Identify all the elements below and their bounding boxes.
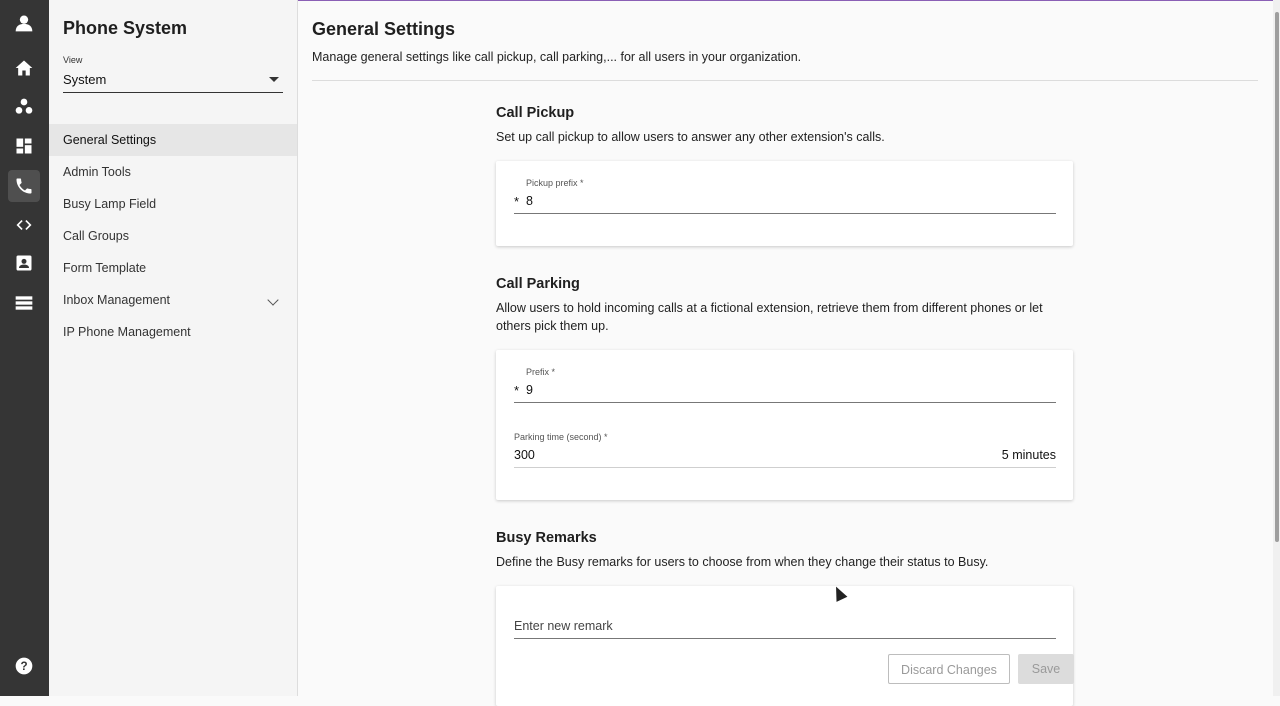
sidebar-item-form-template[interactable]: Form Template (49, 252, 297, 284)
help-icon[interactable]: ? (8, 650, 40, 682)
view-select[interactable]: System (63, 70, 283, 93)
pickup-prefix-symbol: * (514, 194, 520, 209)
sidebar-item-label: Busy Lamp Field (63, 197, 157, 211)
sidebar-item-busy-lamp-field[interactable]: Busy Lamp Field (49, 188, 297, 220)
caret-down-icon (269, 77, 279, 82)
sidebar-title: Phone System (63, 18, 188, 38)
save-button[interactable]: Save (1018, 654, 1074, 684)
scrollbar-thumb[interactable] (1275, 12, 1279, 542)
call-pickup-card: Pickup prefix * * 8 (496, 161, 1073, 246)
server-icon[interactable] (8, 287, 40, 319)
new-remark-input[interactable]: Enter new remark (514, 616, 1056, 639)
view-select-value: System (63, 72, 107, 87)
sidebar-item-label: Admin Tools (63, 165, 131, 179)
app-rail: ? (0, 0, 49, 696)
parking-prefix-field[interactable]: Prefix * * 9 (514, 367, 1056, 403)
new-remark-placeholder: Enter new remark (514, 619, 613, 633)
svg-text:?: ? (20, 660, 27, 673)
sidebar-item-label: Call Groups (63, 229, 129, 243)
sidebar-item-label: General Settings (63, 133, 157, 147)
code-icon[interactable] (8, 209, 40, 241)
call-pickup-title: Call Pickup (496, 105, 575, 121)
page-description: Manage general settings like call pickup… (312, 50, 802, 64)
divider (312, 80, 1258, 81)
parking-prefix-value[interactable]: 9 (526, 383, 533, 397)
pickup-prefix-field[interactable]: Pickup prefix * * 8 (514, 178, 1056, 214)
busy-remarks-title: Busy Remarks (496, 530, 597, 546)
phone-icon[interactable] (8, 170, 40, 202)
phone-system-sidebar: Phone System View System General Setting… (49, 0, 298, 696)
sidebar-item-general-settings[interactable]: General Settings (49, 124, 297, 156)
contacts-icon[interactable] (8, 247, 40, 279)
parking-time-label: Parking time (second) * (514, 432, 608, 442)
main-content: General Settings Manage general settings… (298, 0, 1270, 706)
parking-time-field[interactable]: Parking time (second) * 300 5 minutes (514, 432, 1056, 468)
sidebar-item-ip-phone-management[interactable]: IP Phone Management (49, 316, 297, 348)
busy-remarks-description: Define the Busy remarks for users to cho… (496, 555, 989, 569)
call-parking-title: Call Parking (496, 276, 580, 292)
parking-time-suffix: 5 minutes (1001, 448, 1056, 462)
call-pickup-description: Set up call pickup to allow users to ans… (496, 130, 885, 144)
pickup-prefix-value[interactable]: 8 (526, 194, 533, 208)
view-label: View (63, 55, 83, 65)
home-icon[interactable] (8, 52, 40, 84)
sidebar-item-label: Form Template (63, 261, 147, 275)
sidebar-nav: General Settings Admin Tools Busy Lamp F… (49, 124, 297, 348)
chevron-down-icon[interactable] (267, 294, 279, 306)
call-parking-description: Allow users to hold incoming calls at a … (496, 301, 1043, 333)
parking-prefix-symbol: * (514, 383, 520, 398)
call-parking-card: Prefix * * 9 Parking time (second) * 300… (496, 350, 1073, 500)
sidebar-item-inbox-management[interactable]: Inbox Management (49, 284, 297, 316)
sidebar-item-admin-tools[interactable]: Admin Tools (49, 156, 297, 188)
page-title: General Settings (312, 19, 456, 39)
sidebar-item-call-groups[interactable]: Call Groups (49, 220, 297, 252)
pickup-prefix-label: Pickup prefix * (526, 178, 584, 188)
parking-prefix-label: Prefix * (526, 367, 556, 377)
busy-remarks-card: Enter new remark Discard Changes Save (496, 586, 1074, 706)
users-icon[interactable] (8, 91, 40, 123)
dashboard-icon[interactable] (8, 130, 40, 162)
sidebar-item-label: IP Phone Management (63, 325, 191, 339)
discard-changes-button[interactable]: Discard Changes (888, 654, 1010, 684)
parking-time-value[interactable]: 300 (514, 448, 535, 462)
scrollbar[interactable] (1273, 0, 1280, 696)
user-avatar-icon[interactable] (8, 7, 40, 39)
sidebar-item-label: Inbox Management (63, 293, 171, 307)
